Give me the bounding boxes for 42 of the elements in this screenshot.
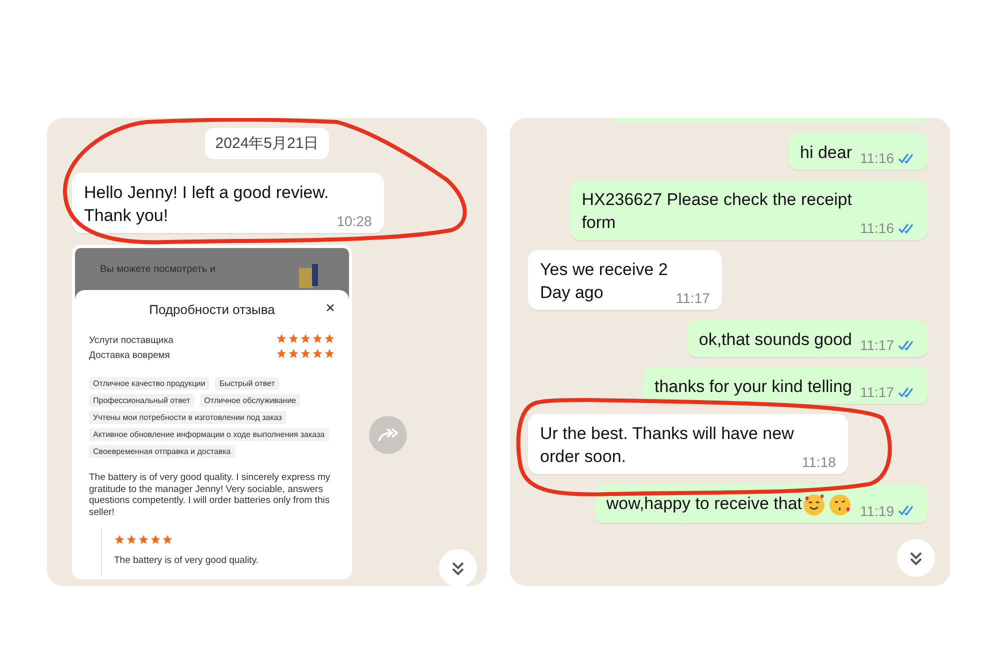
smiling-face-icon bbox=[802, 492, 826, 517]
double-check-icon bbox=[898, 152, 916, 164]
message-text: Yes we receive 2 Day ago bbox=[540, 259, 668, 304]
double-check-icon bbox=[898, 222, 916, 234]
message-time: 10:28 bbox=[336, 213, 372, 229]
message-text: HX236627 Please check the receipt form bbox=[582, 189, 852, 234]
message-time: 11:17 bbox=[860, 384, 894, 400]
review-tag: Отличное обслуживание bbox=[200, 394, 300, 407]
scroll-down-button[interactable] bbox=[897, 539, 935, 577]
document-icon bbox=[299, 264, 319, 290]
review-tag: Учтены мои потребности в изготовлении под заказ bbox=[89, 411, 286, 424]
message-text: wow,happy to receive that bbox=[606, 492, 852, 517]
message-text: Hello Jenny! I left a good review. Thank you! bbox=[84, 182, 329, 227]
review-text: The battery is of very good quality. I sincerely express my gratitude to the manager Jenny! Very sociable, answers questions competently. I will order batteries only from this seller! bbox=[89, 472, 332, 518]
message-time: 11:17 bbox=[860, 337, 894, 353]
review-tag: Активное обновление информации о ходе выполнения заказа bbox=[89, 428, 329, 441]
double-check-icon bbox=[898, 340, 916, 350]
message-text: Ur the best. Thanks will have new order soon. bbox=[540, 423, 794, 468]
quote-text: The battery is of very good quality. bbox=[114, 555, 260, 566]
rating-label: Доставка вовремя bbox=[89, 350, 170, 361]
rating-label: Услуги поставщика bbox=[89, 335, 174, 346]
forward-icon bbox=[377, 427, 399, 443]
message-time: 11:18 bbox=[802, 454, 836, 470]
message-text: thanks for your kind telling bbox=[654, 376, 852, 398]
message-time: 11:19 bbox=[860, 502, 894, 519]
double-check-icon bbox=[898, 505, 916, 516]
review-tag: Профессиональный ответ bbox=[89, 394, 194, 407]
date-chip: 2024年5月21日 bbox=[205, 128, 329, 159]
message-text: hi dear bbox=[800, 142, 852, 164]
close-button[interactable]: × bbox=[326, 300, 335, 318]
message-time: 11:17 bbox=[676, 290, 710, 306]
message-time: 11:16 bbox=[860, 150, 894, 166]
message-time: 11:16 bbox=[860, 220, 894, 236]
message-text: ok,that sounds good bbox=[698, 329, 852, 351]
review-tag: Своевременная отправка и доставка bbox=[89, 445, 235, 458]
banner-text: Вы можете посмотреть и bbox=[100, 264, 216, 277]
review-tag: Отличное качество продукции bbox=[89, 377, 210, 390]
kissing-face-icon bbox=[828, 492, 852, 517]
sheet-title: Подробности отзыва bbox=[149, 302, 275, 317]
review-tag: Быстрый ответ bbox=[215, 377, 279, 390]
double-check-icon bbox=[898, 386, 916, 398]
scroll-down-button[interactable] bbox=[439, 549, 477, 586]
